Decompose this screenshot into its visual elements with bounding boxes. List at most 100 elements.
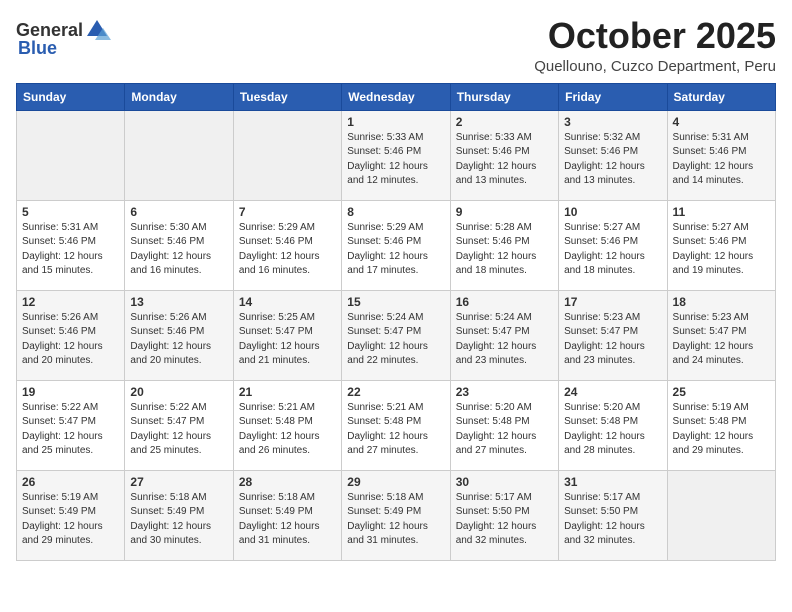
weekday-header: Thursday — [450, 83, 558, 110]
calendar-cell: 14 Sunrise: 5:25 AM Sunset: 5:47 PM Dayli… — [233, 290, 341, 380]
calendar-cell: 30Sunrise: 5:17 AM Sunset: 5:50 PM Dayli… — [450, 470, 558, 560]
day-info: Sunrise: 5:22 AM Sunset: 5:47 PM Dayligh… — [22, 401, 119, 459]
calendar-cell: 28Sunrise: 5:18 AM Sunset: 5:49 PM Dayli… — [233, 470, 341, 560]
calendar-week-row: 12 Sunrise: 5:26 AM Sunset: 5:46 PM Dayli… — [17, 290, 776, 380]
calendar-cell: 7Sunrise: 5:29 AM Sunset: 5:46 PM Daylig… — [233, 200, 341, 290]
day-number: 24 — [564, 385, 661, 399]
day-info: Sunrise: 5:19 AM Sunset: 5:49 PM Dayligh… — [22, 491, 119, 549]
calendar-cell: 24 Sunrise: 5:20 AM Sunset: 5:48 PM Dayli… — [559, 380, 667, 470]
day-number: 8 — [347, 205, 444, 219]
weekday-header-row: SundayMondayTuesdayWednesdayThursdayFrid… — [17, 83, 776, 110]
calendar-cell: 18 Sunrise: 5:23 AM Sunset: 5:47 PM Dayli… — [667, 290, 775, 380]
weekday-header: Tuesday — [233, 83, 341, 110]
calendar-cell: 27 Sunrise: 5:18 AM Sunset: 5:49 PM Dayli… — [125, 470, 233, 560]
day-number: 23 — [456, 385, 553, 399]
calendar-cell: 23Sunrise: 5:20 AM Sunset: 5:48 PM Dayli… — [450, 380, 558, 470]
title-block: October 2025 Quellouno, Cuzco Department… — [534, 16, 776, 75]
day-info: Sunrise: 5:24 AM Sunset: 5:47 PM Dayligh… — [347, 311, 444, 369]
day-info: Sunrise: 5:30 AM Sunset: 5:46 PM Dayligh… — [130, 221, 227, 279]
day-info: Sunrise: 5:21 AM Sunset: 5:48 PM Dayligh… — [239, 401, 336, 459]
day-number: 12 — [22, 295, 119, 309]
day-number: 2 — [456, 115, 553, 129]
day-info: Sunrise: 5:27 AM Sunset: 5:46 PM Dayligh… — [564, 221, 661, 279]
day-number: 15 — [347, 295, 444, 309]
calendar-cell: 9Sunrise: 5:28 AM Sunset: 5:46 PM Daylig… — [450, 200, 558, 290]
day-number: 26 — [22, 475, 119, 489]
calendar-cell: 31Sunrise: 5:17 AM Sunset: 5:50 PM Dayli… — [559, 470, 667, 560]
day-number: 27 — [130, 475, 227, 489]
logo: General Blue — [16, 16, 111, 59]
calendar-cell — [667, 470, 775, 560]
day-info: Sunrise: 5:32 AM Sunset: 5:46 PM Dayligh… — [564, 131, 661, 189]
calendar-title: October 2025 — [534, 16, 776, 56]
day-info: Sunrise: 5:29 AM Sunset: 5:46 PM Dayligh… — [347, 221, 444, 279]
day-info: Sunrise: 5:33 AM Sunset: 5:46 PM Dayligh… — [347, 131, 444, 189]
day-number: 4 — [673, 115, 770, 129]
day-number: 28 — [239, 475, 336, 489]
logo-icon — [83, 16, 111, 44]
calendar-cell: 11 Sunrise: 5:27 AM Sunset: 5:46 PM Dayli… — [667, 200, 775, 290]
day-number: 1 — [347, 115, 444, 129]
day-number: 17 — [564, 295, 661, 309]
calendar-cell: 22 Sunrise: 5:21 AM Sunset: 5:48 PM Dayli… — [342, 380, 450, 470]
calendar-cell: 19 Sunrise: 5:22 AM Sunset: 5:47 PM Dayli… — [17, 380, 125, 470]
day-info: Sunrise: 5:20 AM Sunset: 5:48 PM Dayligh… — [564, 401, 661, 459]
calendar-cell: 21 Sunrise: 5:21 AM Sunset: 5:48 PM Dayli… — [233, 380, 341, 470]
day-number: 29 — [347, 475, 444, 489]
day-info: Sunrise: 5:29 AM Sunset: 5:46 PM Dayligh… — [239, 221, 336, 279]
logo-blue: Blue — [18, 38, 57, 59]
day-number: 10 — [564, 205, 661, 219]
day-info: Sunrise: 5:19 AM Sunset: 5:48 PM Dayligh… — [673, 401, 770, 459]
calendar-cell: 13 Sunrise: 5:26 AM Sunset: 5:46 PM Dayli… — [125, 290, 233, 380]
day-number: 21 — [239, 385, 336, 399]
day-info: Sunrise: 5:27 AM Sunset: 5:46 PM Dayligh… — [673, 221, 770, 279]
day-number: 3 — [564, 115, 661, 129]
calendar-cell: 17 Sunrise: 5:23 AM Sunset: 5:47 PM Dayli… — [559, 290, 667, 380]
day-info: Sunrise: 5:33 AM Sunset: 5:46 PM Dayligh… — [456, 131, 553, 189]
calendar-cell: 5Sunrise: 5:31 AM Sunset: 5:46 PM Daylig… — [17, 200, 125, 290]
day-info: Sunrise: 5:24 AM Sunset: 5:47 PM Dayligh… — [456, 311, 553, 369]
calendar-cell: 10 Sunrise: 5:27 AM Sunset: 5:46 PM Dayli… — [559, 200, 667, 290]
calendar-cell: 2 Sunrise: 5:33 AM Sunset: 5:46 PM Daylig… — [450, 110, 558, 200]
calendar-week-row: 26 Sunrise: 5:19 AM Sunset: 5:49 PM Dayli… — [17, 470, 776, 560]
day-info: Sunrise: 5:26 AM Sunset: 5:46 PM Dayligh… — [130, 311, 227, 369]
day-info: Sunrise: 5:25 AM Sunset: 5:47 PM Dayligh… — [239, 311, 336, 369]
weekday-header: Monday — [125, 83, 233, 110]
day-number: 25 — [673, 385, 770, 399]
day-info: Sunrise: 5:23 AM Sunset: 5:47 PM Dayligh… — [564, 311, 661, 369]
day-number: 19 — [22, 385, 119, 399]
weekday-header: Wednesday — [342, 83, 450, 110]
day-number: 30 — [456, 475, 553, 489]
calendar-cell: 1 Sunrise: 5:33 AM Sunset: 5:46 PM Daylig… — [342, 110, 450, 200]
calendar-cell: 12Sunrise: 5:26 AM Sunset: 5:46 PM Dayli… — [17, 290, 125, 380]
calendar-week-row: 19 Sunrise: 5:22 AM Sunset: 5:47 PM Dayli… — [17, 380, 776, 470]
calendar-cell — [17, 110, 125, 200]
weekday-header: Sunday — [17, 83, 125, 110]
day-number: 5 — [22, 205, 119, 219]
day-number: 18 — [673, 295, 770, 309]
day-number: 11 — [673, 205, 770, 219]
day-number: 6 — [130, 205, 227, 219]
weekday-header: Saturday — [667, 83, 775, 110]
calendar-cell: 3 Sunrise: 5:32 AM Sunset: 5:46 PM Daylig… — [559, 110, 667, 200]
day-number: 13 — [130, 295, 227, 309]
day-info: Sunrise: 5:18 AM Sunset: 5:49 PM Dayligh… — [130, 491, 227, 549]
day-number: 16 — [456, 295, 553, 309]
calendar-cell: 20Sunrise: 5:22 AM Sunset: 5:47 PM Dayli… — [125, 380, 233, 470]
day-number: 22 — [347, 385, 444, 399]
calendar-week-row: 1 Sunrise: 5:33 AM Sunset: 5:46 PM Daylig… — [17, 110, 776, 200]
calendar-cell: 16 Sunrise: 5:24 AM Sunset: 5:47 PM Dayli… — [450, 290, 558, 380]
day-number: 14 — [239, 295, 336, 309]
calendar-cell: 4Sunrise: 5:31 AM Sunset: 5:46 PM Daylig… — [667, 110, 775, 200]
day-number: 9 — [456, 205, 553, 219]
calendar-cell: 15 Sunrise: 5:24 AM Sunset: 5:47 PM Dayli… — [342, 290, 450, 380]
calendar-cell — [125, 110, 233, 200]
day-info: Sunrise: 5:22 AM Sunset: 5:47 PM Dayligh… — [130, 401, 227, 459]
day-info: Sunrise: 5:23 AM Sunset: 5:47 PM Dayligh… — [673, 311, 770, 369]
calendar-cell — [233, 110, 341, 200]
day-info: Sunrise: 5:21 AM Sunset: 5:48 PM Dayligh… — [347, 401, 444, 459]
day-info: Sunrise: 5:17 AM Sunset: 5:50 PM Dayligh… — [564, 491, 661, 549]
calendar-cell: 8 Sunrise: 5:29 AM Sunset: 5:46 PM Daylig… — [342, 200, 450, 290]
calendar-week-row: 5Sunrise: 5:31 AM Sunset: 5:46 PM Daylig… — [17, 200, 776, 290]
calendar-cell: 29Sunrise: 5:18 AM Sunset: 5:49 PM Dayli… — [342, 470, 450, 560]
